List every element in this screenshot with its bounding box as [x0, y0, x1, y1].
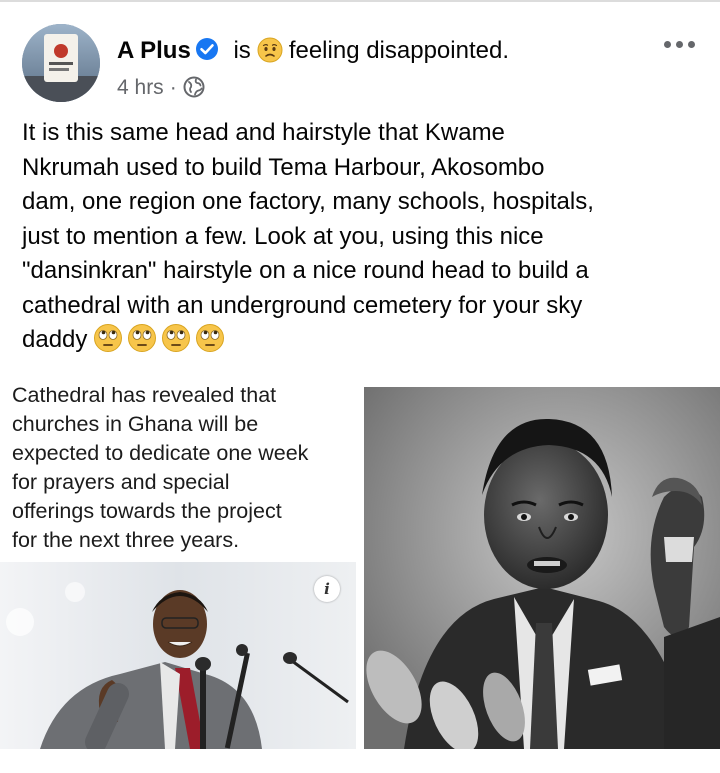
globe-icon[interactable] — [183, 76, 205, 104]
post-header: A Plus is feeling disappointed. 4 hrs · — [22, 24, 706, 104]
face-with-rolling-eyes-icon — [94, 324, 123, 352]
article-text: Cathedral has revealed that churches in … — [12, 387, 309, 552]
photo-portrait[interactable] — [364, 387, 720, 749]
face-with-rolling-eyes-icon — [196, 324, 225, 352]
post-text: It is this same head and hairstyle that … — [22, 119, 594, 353]
author-avatar[interactable] — [22, 24, 100, 102]
post-time[interactable]: 4 hrs — [117, 76, 164, 99]
speaker-photo: i — [0, 562, 356, 749]
post-meta: 4 hrs · — [117, 76, 205, 104]
face-with-rolling-eyes-icon — [128, 324, 157, 352]
photo-article-screenshot[interactable]: Cathedral has revealed that churches in … — [0, 387, 356, 749]
author-line: A Plus is feeling disappointed. — [117, 36, 509, 71]
facebook-post: A Plus is feeling disappointed. 4 hrs · It… — [0, 0, 720, 773]
more-options-icon[interactable] — [664, 38, 696, 50]
meta-separator: · — [169, 76, 177, 99]
bottom-spacer — [0, 749, 720, 773]
verb-text: is — [233, 37, 251, 64]
verified-badge-icon — [195, 37, 219, 69]
author-name[interactable]: A Plus — [117, 37, 191, 64]
feeling-text[interactable]: feeling disappointed. — [289, 37, 509, 64]
rolling-eyes-emoji-group — [93, 323, 229, 364]
post-body: It is this same head and hairstyle that … — [22, 116, 702, 364]
disappointed-face-icon — [257, 37, 283, 71]
portrait-image — [364, 387, 720, 749]
face-with-rolling-eyes-icon — [162, 324, 191, 352]
info-button[interactable]: i — [314, 576, 340, 602]
top-divider — [0, 0, 720, 2]
